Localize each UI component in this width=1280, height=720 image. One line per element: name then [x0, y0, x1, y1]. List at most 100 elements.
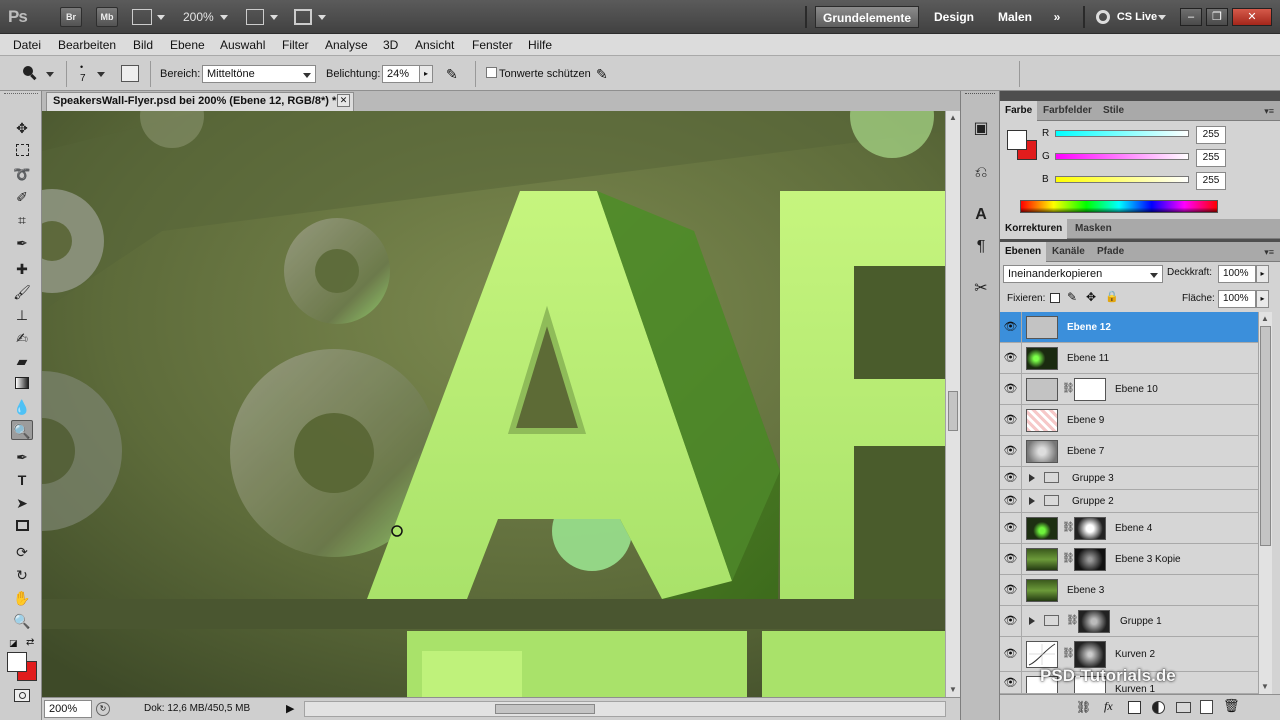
add-mask-icon[interactable]	[1128, 701, 1141, 714]
layer-row-ebene-10[interactable]: 👁 ⛓ Ebene 10	[1000, 374, 1258, 405]
visibility-eye-icon[interactable]: 👁	[1000, 374, 1022, 404]
document-canvas[interactable]	[42, 111, 945, 697]
layer-mask-thumbnail[interactable]	[1074, 641, 1106, 668]
channel-g-input[interactable]: 255	[1196, 149, 1226, 167]
blend-mode-select[interactable]: Ineinanderkopieren	[1003, 265, 1163, 283]
gradient-tool-icon[interactable]	[11, 374, 33, 394]
tab-masken[interactable]: Masken	[1070, 219, 1117, 239]
layer-name[interactable]: Ebene 7	[1067, 446, 1104, 457]
layer-name[interactable]: Kurven 2	[1115, 649, 1155, 660]
menu-hilfe[interactable]: Hilfe	[528, 38, 552, 52]
lock-all-icon[interactable]: 🔒	[1105, 290, 1119, 303]
tab-pfade[interactable]: Pfade	[1092, 242, 1129, 262]
visibility-eye-icon[interactable]: 👁	[1000, 544, 1022, 574]
layer-mask-thumbnail[interactable]	[1074, 548, 1106, 571]
status-zoom-input[interactable]: 200%	[44, 700, 92, 718]
link-icon[interactable]: ⛓	[1062, 522, 1075, 533]
dodge-tool-icon[interactable]: 🔍	[11, 420, 33, 440]
type-tool-icon[interactable]: T	[11, 470, 33, 490]
visibility-eye-icon[interactable]: 👁	[1000, 490, 1022, 512]
menu-bild[interactable]: Bild	[133, 38, 153, 52]
healing-brush-tool-icon[interactable]: ✚	[11, 259, 33, 279]
more-workspaces-icon[interactable]: »	[1046, 6, 1068, 28]
chevron-down-icon[interactable]	[270, 15, 278, 20]
chevron-down-icon[interactable]	[46, 72, 54, 77]
scrollbar-thumb[interactable]	[1260, 326, 1271, 546]
status-menu-arrow-icon[interactable]: ▶	[286, 702, 294, 715]
new-layer-icon[interactable]	[1200, 700, 1213, 714]
panel-menu-icon[interactable]: ▾≡	[1264, 247, 1274, 258]
foreground-color-swatch[interactable]	[7, 652, 27, 672]
rectangle-tool-icon[interactable]	[11, 516, 33, 536]
layer-mask-thumbnail[interactable]	[1074, 378, 1106, 401]
workspace-grundelemente[interactable]: Grundelemente	[815, 6, 919, 28]
mini-bridge-icon[interactable]: ▣	[970, 118, 992, 140]
layer-name[interactable]: Gruppe 1	[1120, 616, 1162, 627]
scroll-up-icon[interactable]: ▲	[1261, 314, 1269, 323]
cs-live-button[interactable]: CS Live	[1116, 6, 1158, 28]
exposure-input[interactable]: 24%	[382, 65, 420, 83]
layer-row-gruppe-1[interactable]: 👁 ⛓ Gruppe 1	[1000, 606, 1258, 637]
tab-farbfelder[interactable]: Farbfelder	[1038, 101, 1097, 121]
pen-tool-icon[interactable]: ✒	[11, 447, 33, 467]
channel-b-input[interactable]: 255	[1196, 172, 1226, 190]
marquee-tool-icon[interactable]	[11, 141, 33, 161]
opacity-slider-toggle[interactable]: ▸	[1256, 265, 1269, 283]
lasso-tool-icon[interactable]: ➰	[11, 164, 33, 184]
history-icon[interactable]: ⎌	[970, 162, 992, 184]
crop-tool-icon[interactable]: ⌗	[11, 210, 33, 230]
menu-ebene[interactable]: Ebene	[170, 38, 205, 52]
airbrush-icon[interactable]: ✎	[446, 65, 466, 83]
chevron-down-icon[interactable]	[157, 15, 165, 20]
close-button[interactable]: ✕	[1232, 8, 1272, 26]
tool-presets-icon[interactable]: ✂	[970, 278, 992, 300]
link-icon[interactable]: ⛓	[1062, 648, 1075, 659]
visibility-eye-icon[interactable]: 👁	[1000, 343, 1022, 373]
vertical-scrollbar[interactable]: ▲ ▼	[945, 111, 960, 697]
menu-analyse[interactable]: Analyse	[325, 38, 368, 52]
character-icon[interactable]: A	[970, 204, 992, 226]
link-icon[interactable]: ⛓	[1062, 383, 1075, 394]
default-colors-icon[interactable]: ◪	[9, 638, 18, 649]
layer-name[interactable]: Gruppe 2	[1072, 496, 1114, 507]
menu-fenster[interactable]: Fenster	[472, 38, 513, 52]
menu-auswahl[interactable]: Auswahl	[220, 38, 265, 52]
brush-tool-icon[interactable]: 🖌	[11, 282, 33, 302]
menu-filter[interactable]: Filter	[282, 38, 309, 52]
visibility-eye-icon[interactable]: 👁	[1000, 436, 1022, 466]
tab-korrekturen[interactable]: Korrekturen	[1000, 219, 1068, 239]
minimize-button[interactable]: –	[1180, 8, 1202, 26]
menu-ansicht[interactable]: Ansicht	[415, 38, 454, 52]
cs-live-icon[interactable]	[1096, 10, 1110, 24]
layer-name[interactable]: Ebene 4	[1115, 523, 1152, 534]
color-fg-swatch[interactable]	[1007, 130, 1027, 150]
close-document-icon[interactable]: ✕	[337, 94, 350, 107]
history-brush-tool-icon[interactable]: ✍	[11, 328, 33, 348]
tab-stile[interactable]: Stile	[1098, 101, 1129, 121]
color-spectrum-bar[interactable]	[1020, 200, 1218, 213]
channel-r-input[interactable]: 255	[1196, 126, 1226, 144]
tab-ebenen[interactable]: Ebenen	[1000, 242, 1047, 262]
status-info-icon[interactable]: ↻	[96, 702, 110, 716]
scroll-down-icon[interactable]: ▼	[1261, 682, 1269, 691]
eyedropper-tool-icon[interactable]: ✒	[11, 233, 33, 253]
scrollbar-thumb[interactable]	[948, 391, 958, 431]
layers-scrollbar[interactable]: ▲ ▼	[1258, 312, 1272, 694]
layer-row-ebene-4[interactable]: 👁 ⛓ Ebene 4	[1000, 513, 1258, 544]
visibility-eye-icon[interactable]: 👁	[1000, 672, 1022, 693]
lock-position-icon[interactable]: ✥	[1086, 290, 1096, 304]
clone-stamp-tool-icon[interactable]: ⊥	[11, 305, 33, 325]
mini-bridge-button[interactable]: Mb	[96, 7, 118, 27]
visibility-eye-icon[interactable]: 👁	[1000, 405, 1022, 435]
tab-kanaele[interactable]: Kanäle	[1047, 242, 1090, 262]
adjustment-layer-icon[interactable]	[1152, 701, 1165, 714]
visibility-eye-icon[interactable]: 👁	[1000, 513, 1022, 543]
lock-pixels-icon[interactable]: ✎	[1067, 290, 1077, 304]
chevron-down-icon[interactable]	[318, 15, 326, 20]
visibility-eye-icon[interactable]: 👁	[1000, 606, 1022, 636]
zoom-tool-icon[interactable]: 🔍	[11, 611, 33, 631]
workspace-design[interactable]: Design	[926, 6, 982, 28]
chevron-down-icon[interactable]	[1158, 15, 1166, 20]
panel-grip[interactable]	[965, 93, 995, 97]
menu-3d[interactable]: 3D	[383, 38, 398, 52]
